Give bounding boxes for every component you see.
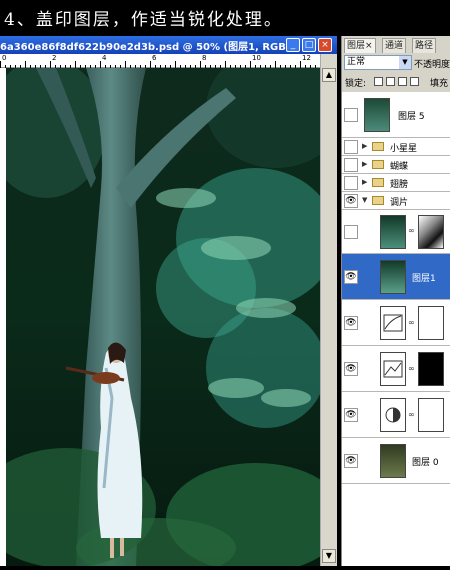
layer-name: 图层 5 [398, 112, 425, 122]
layer-group-row[interactable]: ▶ 翅膀 [342, 174, 450, 192]
layer-thumbnail [364, 98, 390, 132]
link-icon: ∞ [408, 364, 415, 373]
visibility-toggle[interactable]: 👁 [344, 408, 358, 422]
visibility-toggle[interactable]: 👁 [344, 316, 358, 330]
vertical-scrollbar[interactable]: ▲ ▼ [320, 54, 337, 566]
layer-mask-thumbnail[interactable] [418, 398, 444, 432]
tab-layers[interactable]: 图层× [344, 38, 376, 53]
lock-label: 锁定: [345, 79, 367, 89]
blend-row: 正常 ▼ 不透明度 [342, 54, 450, 72]
lock-image-checkbox[interactable] [386, 77, 395, 86]
layer-row[interactable]: 图层 5 [342, 92, 450, 138]
canvas-photo [0, 48, 346, 570]
hue-saturation-adjustment-icon [380, 398, 406, 432]
levels-adjustment-icon [380, 352, 406, 386]
link-icon: ∞ [408, 226, 415, 235]
collapse-arrow-icon[interactable]: ▼ [362, 196, 367, 204]
visibility-toggle[interactable]: 👁 [344, 454, 358, 468]
tab-close-icon[interactable]: × [365, 41, 373, 51]
blend-mode-select[interactable]: 正常 ▼ [344, 55, 412, 70]
layer-row[interactable]: 👁 图层 0 [342, 438, 450, 484]
layer-row[interactable]: ∞ [342, 210, 450, 254]
ruler-label: 2 [52, 54, 57, 62]
layer-group-row[interactable]: ▶ 小星星 [342, 138, 450, 156]
visibility-toggle[interactable] [344, 108, 358, 122]
document-title: 6a360e86f8df622b90e2d3b.psd @ 50% (图层1, … [0, 42, 298, 53]
lock-transparent-checkbox[interactable] [374, 77, 383, 86]
scroll-down-arrow[interactable]: ▼ [322, 549, 336, 563]
visibility-toggle[interactable]: 👁 [344, 362, 358, 376]
visibility-toggle[interactable]: 👁 [344, 270, 358, 284]
ruler-label: 6 [152, 54, 157, 62]
panel-tabs: 图层× 通道 路径 [342, 38, 450, 54]
lock-position-checkbox[interactable] [398, 77, 407, 86]
lock-all-checkbox[interactable] [410, 77, 419, 86]
visibility-toggle[interactable] [344, 158, 358, 172]
group-name: 翅膀 [390, 180, 409, 190]
layer-name: 图层 0 [412, 458, 439, 468]
link-icon: ∞ [408, 410, 415, 419]
ruler-label: 0 [2, 54, 7, 62]
scroll-up-arrow[interactable]: ▲ [322, 68, 336, 82]
layer-row-selected[interactable]: 👁 图层1 [342, 254, 450, 300]
expand-arrow-icon[interactable]: ▶ [362, 142, 367, 150]
tutorial-header: 4、盖印图层，作适当锐化处理。 [0, 0, 450, 36]
curves-adjustment-icon [380, 306, 406, 340]
layer-group-row[interactable]: ▶ 蝴蝶 [342, 156, 450, 174]
visibility-toggle[interactable] [344, 176, 358, 190]
tab-paths[interactable]: 路径 [412, 38, 437, 53]
layers-list: 图层 5 ▶ 小星星 ▶ 蝴蝶 ▶ 翅膀 👁 ▼ 调片 ∞ 👁 图层1 👁 ∞ … [342, 92, 450, 566]
fill-label: 填充 [430, 79, 449, 89]
ruler-label: 10 [252, 54, 261, 62]
folder-icon [372, 142, 384, 151]
document-titlebar[interactable]: 6a360e86f8df622b90e2d3b.psd @ 50% (图层1, … [0, 36, 337, 54]
folder-icon [372, 178, 384, 187]
layer-thumbnail [380, 444, 406, 478]
opacity-label: 不透明度 [414, 60, 450, 70]
tab-channels[interactable]: 通道 [382, 38, 407, 53]
restore-button[interactable]: □ [302, 38, 316, 52]
ruler-label: 4 [102, 54, 107, 62]
group-name: 小星星 [390, 144, 418, 154]
ruler-label: 8 [202, 54, 207, 62]
step-caption: 4、盖印图层，作适当锐化处理。 [4, 10, 283, 30]
visibility-toggle[interactable] [344, 225, 358, 239]
layer-group-row[interactable]: 👁 ▼ 调片 [342, 192, 450, 210]
link-icon: ∞ [408, 318, 415, 327]
adjustment-layer-row[interactable]: 👁 ∞ [342, 346, 450, 392]
layer-thumbnail [380, 215, 406, 249]
visibility-toggle[interactable]: 👁 [344, 194, 358, 208]
minimize-button[interactable]: _ [286, 38, 300, 52]
layer-name: 图层1 [412, 274, 436, 284]
dropdown-arrow-icon[interactable]: ▼ [399, 56, 411, 69]
layers-panel: 图层× 通道 路径 正常 ▼ 不透明度 锁定: 填充 图层 5 ▶ 小星星 ▶ … [341, 36, 450, 566]
layer-mask-thumbnail[interactable] [418, 352, 444, 386]
lock-row: 锁定: 填充 [342, 74, 450, 90]
horizontal-ruler: 0 2 4 6 8 10 12 [0, 54, 320, 68]
expand-arrow-icon[interactable]: ▶ [362, 160, 367, 168]
visibility-toggle[interactable] [344, 140, 358, 154]
adjustment-layer-row[interactable]: 👁 ∞ [342, 392, 450, 438]
adjustment-layer-row[interactable]: 👁 ∞ [342, 300, 450, 346]
layer-thumbnail [380, 260, 406, 294]
close-button[interactable]: × [318, 38, 332, 52]
folder-icon [372, 160, 384, 169]
folder-icon [372, 196, 384, 205]
group-name: 蝴蝶 [390, 162, 409, 172]
document-window: 6a360e86f8df622b90e2d3b.psd @ 50% (图层1, … [0, 36, 346, 570]
ruler-label: 12 [302, 54, 311, 62]
layer-mask-thumbnail[interactable] [418, 306, 444, 340]
layer-mask-thumbnail[interactable] [418, 215, 444, 249]
expand-arrow-icon[interactable]: ▶ [362, 178, 367, 186]
group-name: 调片 [390, 198, 409, 208]
